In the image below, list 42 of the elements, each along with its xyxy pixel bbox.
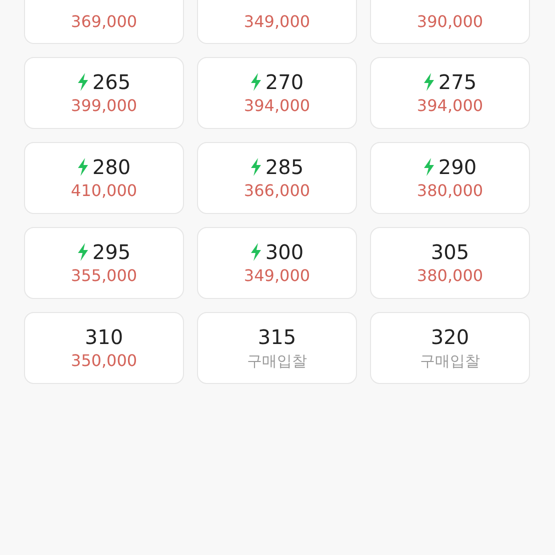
size-option[interactable]: 300 349,000 — [197, 227, 357, 299]
size-option[interactable]: 369,000 — [24, 0, 184, 44]
price-label: 366,000 — [244, 181, 310, 201]
price-label: 390,000 — [416, 12, 484, 32]
price-label: 구매입찰 — [420, 351, 480, 371]
size-option[interactable]: 270 394,000 — [197, 57, 357, 129]
price-label: 350,000 — [70, 351, 138, 371]
size-option[interactable]: 315 구매입찰 — [197, 312, 357, 384]
size-option[interactable]: 349,000 — [197, 0, 357, 44]
size-label: 285 — [265, 155, 304, 179]
size-label: 275 — [438, 70, 477, 94]
price-label: 349,000 — [244, 266, 310, 286]
price-label: 394,000 — [244, 96, 310, 116]
price-label: 380,000 — [416, 266, 484, 286]
size-label: 290 — [438, 155, 477, 179]
size-label: 315 — [258, 325, 296, 349]
size-label: 300 — [265, 240, 304, 264]
size-option[interactable]: 280 410,000 — [24, 142, 184, 214]
size-option[interactable]: 295 355,000 — [24, 227, 184, 299]
size-option[interactable]: 310 350,000 — [24, 312, 184, 384]
price-label: 369,000 — [70, 12, 138, 32]
size-option[interactable]: 290 380,000 — [370, 142, 530, 214]
size-option[interactable]: 285 366,000 — [197, 142, 357, 214]
price-label: 380,000 — [416, 181, 484, 201]
size-label: 320 — [430, 325, 470, 349]
price-label: 399,000 — [70, 96, 138, 116]
size-label: 305 — [430, 240, 470, 264]
size-option[interactable]: 320 구매입찰 — [370, 312, 530, 384]
price-label: 구매입찰 — [247, 351, 307, 371]
price-label: 410,000 — [70, 181, 138, 201]
size-option[interactable]: 265 399,000 — [24, 57, 184, 129]
size-label: 310 — [84, 325, 124, 349]
size-label: 295 — [92, 240, 131, 264]
price-label: 355,000 — [70, 266, 138, 286]
size-option[interactable]: 305 380,000 — [370, 227, 530, 299]
price-label: 349,000 — [244, 12, 310, 32]
size-label: 270 — [265, 70, 304, 94]
size-label: 265 — [92, 70, 131, 94]
size-option[interactable]: 275 394,000 — [370, 57, 530, 129]
size-option[interactable]: 390,000 — [370, 0, 530, 44]
price-label: 394,000 — [416, 96, 484, 116]
size-label: 280 — [92, 155, 131, 179]
